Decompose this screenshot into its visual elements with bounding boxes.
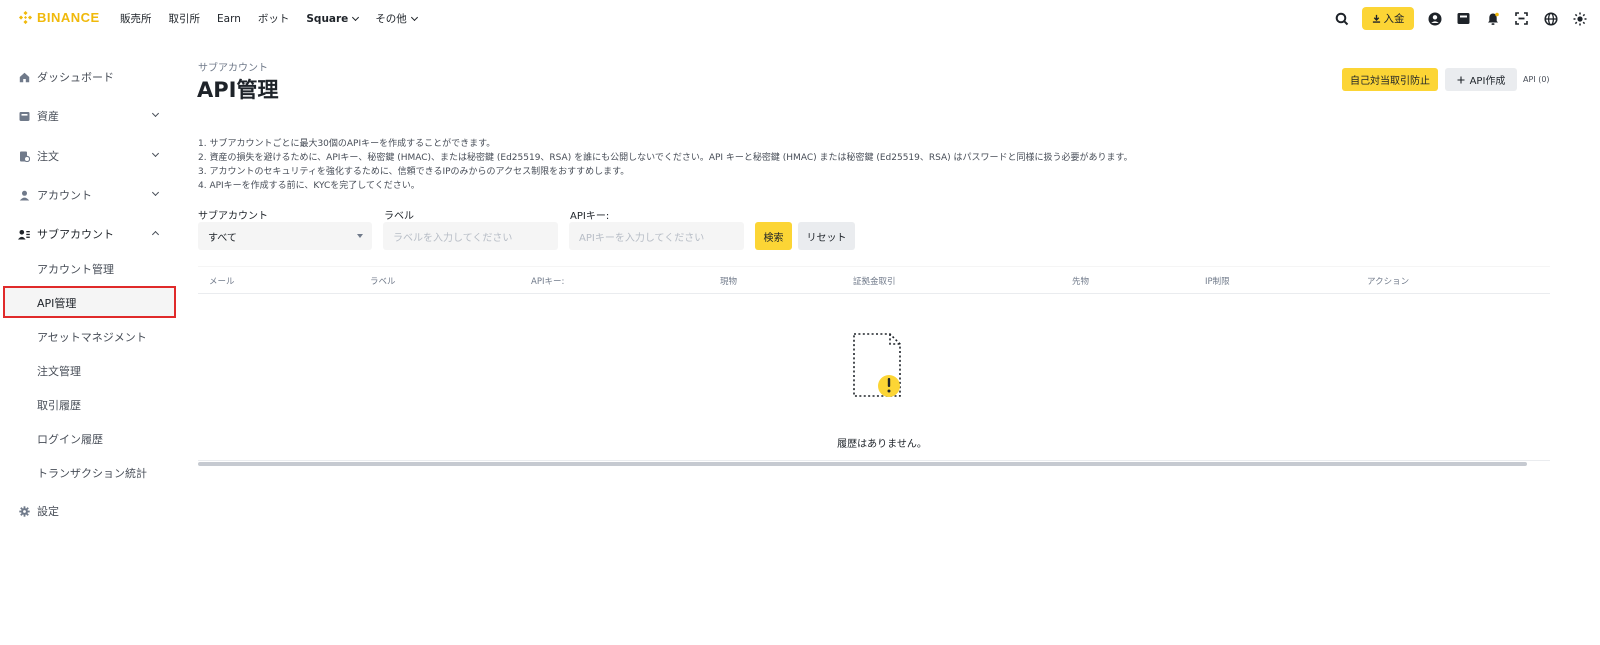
download-app-icon[interactable] — [1513, 10, 1530, 27]
nav-label: その他 — [375, 13, 407, 25]
subaccount-select[interactable]: すべて — [198, 222, 372, 250]
sidebar-item-settings[interactable]: 設定 — [18, 503, 160, 519]
subaccount-select-value: すべて — [208, 232, 237, 244]
wallet-icon — [18, 110, 30, 122]
sidebar-item-account[interactable]: アカウント — [18, 187, 160, 203]
empty-document-icon — [852, 332, 904, 404]
wallet-icon[interactable] — [1455, 10, 1472, 27]
nav-item-sales[interactable]: 販売所 — [120, 11, 152, 26]
home-icon — [18, 71, 30, 83]
binance-logo-icon — [18, 10, 33, 25]
chevron-down-icon — [151, 149, 160, 158]
label-filter-label: ラベル — [384, 211, 414, 222]
theme-icon[interactable] — [1571, 10, 1588, 27]
order-icon — [18, 150, 30, 162]
table-header: メール ラベル APIキー: 現物 証拠金取引 先物 IP制限 アクション — [198, 266, 1550, 294]
self-trade-prevention-button[interactable]: 自己対当取引防止 — [1342, 68, 1438, 91]
note-line: 4. APIキーを作成する前に、KYCを完了してください。 — [198, 181, 420, 191]
column-header-ip-restriction: IP制限 — [1205, 277, 1230, 287]
label-input-placeholder: ラベルを入力してください — [393, 232, 513, 244]
nav-label: 取引所 — [168, 13, 201, 25]
sidebar-item-label: サブアカウント — [37, 228, 114, 241]
horizontal-scrollbar-thumb[interactable] — [198, 462, 1527, 466]
column-header-apikey: APIキー: — [531, 277, 565, 287]
deposit-label: 入金 — [1383, 13, 1405, 25]
sidebar-item-assets[interactable]: 資産 — [18, 108, 160, 124]
active-item-highlight — [3, 286, 176, 318]
sidebar-item-label: アカウント — [37, 189, 92, 202]
caret-down-icon — [357, 234, 363, 238]
sidebar-item-orders[interactable]: 注文 — [18, 148, 160, 164]
nav-item-earn[interactable]: Earn — [217, 11, 241, 26]
sidebar-subitem-order-management[interactable]: 注文管理 — [37, 363, 81, 379]
chevron-down-icon — [410, 13, 418, 21]
subaccount-icon — [18, 228, 30, 240]
create-api-button[interactable]: API作成 — [1445, 68, 1517, 91]
bell-icon[interactable] — [1484, 10, 1501, 27]
chevron-down-icon — [151, 109, 160, 118]
chevron-up-icon — [151, 230, 160, 239]
notes: 1. サブアカウントごとに最大30個のAPIキーを作成することができます。 2.… — [198, 137, 1133, 193]
empty-message-text: 履歴はありません。 — [837, 439, 927, 450]
label-input[interactable]: ラベルを入力してください — [383, 222, 558, 250]
column-header-margin: 証拠金取引 — [853, 277, 896, 287]
create-api-label: API作成 — [1469, 76, 1506, 87]
column-header-futures: 先物 — [1072, 277, 1090, 287]
note-line: 1. サブアカウントごとに最大30個のAPIキーを作成することができます。 — [198, 139, 496, 149]
sidebar-item-label: ダッシュボード — [37, 71, 114, 84]
page-title: API管理 — [197, 78, 279, 102]
nav-item-more[interactable]: その他 — [375, 11, 418, 26]
nav-item-exchange[interactable]: 取引所 — [169, 11, 201, 26]
sidebar-subitem-asset-management[interactable]: アセットマネジメント — [37, 329, 147, 345]
column-header-spot: 現物 — [720, 277, 738, 287]
sidebar-subitem-account-management[interactable]: アカウント管理 — [37, 261, 114, 277]
apikey-input[interactable]: APIキーを入力してください — [569, 222, 744, 250]
search-icon[interactable] — [1333, 10, 1350, 27]
sidebar-item-label: 注文 — [37, 150, 59, 163]
apikey-input-placeholder: APIキーを入力してください — [579, 232, 705, 244]
top-nav: BINANCE 販売所 取引所 Earn ボット Square その他 入金 — [0, 0, 1600, 38]
empty-message: 履歴はありません。 — [0, 435, 1600, 450]
sidebar-subitem-transaction-stats[interactable]: トランザクション統計 — [37, 465, 147, 481]
logo-text: BINANCE — [37, 10, 100, 25]
user-icon[interactable] — [1426, 10, 1443, 27]
plus-icon — [1457, 76, 1465, 83]
apikey-filter-label: APIキー: — [570, 211, 610, 222]
column-header-label: ラベル — [370, 277, 396, 287]
breadcrumb[interactable]: サブアカウント — [198, 59, 268, 74]
deposit-button[interactable]: 入金 — [1362, 7, 1414, 30]
subaccount-filter-label: サブアカウント — [198, 211, 268, 222]
user-icon — [18, 189, 30, 201]
chevron-down-icon — [352, 13, 360, 21]
sidebar-item-dashboard[interactable]: ダッシュボード — [18, 69, 160, 85]
gear-icon — [18, 505, 30, 517]
chevron-down-icon — [151, 188, 160, 197]
column-header-email: メール — [209, 277, 235, 287]
binance-logo[interactable]: BINANCE — [18, 10, 100, 25]
sidebar-subitem-api-management[interactable]: API管理 — [37, 295, 76, 311]
nav-label: 販売所 — [120, 13, 152, 25]
sidebar-item-label: 資産 — [37, 110, 59, 123]
sidebar-item-label: 設定 — [37, 505, 59, 518]
column-header-action: アクション — [1367, 277, 1410, 287]
nav-item-bot[interactable]: ボット — [258, 11, 290, 26]
globe-icon[interactable] — [1542, 10, 1559, 27]
download-icon — [1372, 14, 1380, 23]
sidebar-item-subaccount[interactable]: サブアカウント — [18, 226, 160, 242]
reset-button[interactable]: リセット — [798, 222, 855, 250]
nav-item-square[interactable]: Square — [306, 11, 360, 26]
sidebar-subitem-trade-history[interactable]: 取引履歴 — [37, 397, 81, 413]
api-count: API (0) — [1523, 75, 1550, 84]
nav-label: Earn — [217, 12, 241, 25]
note-line: 2. 資産の損失を避けるために、APIキー、秘密鍵 (HMAC)、または秘密鍵 … — [198, 153, 1133, 163]
nav-label: Square — [306, 12, 349, 25]
note-line: 3. アカウントのセキュリティを強化するために、信頼できるIPのみからのアクセス… — [198, 167, 630, 177]
search-button[interactable]: 検索 — [755, 222, 792, 250]
nav-label: ボット — [257, 13, 290, 25]
